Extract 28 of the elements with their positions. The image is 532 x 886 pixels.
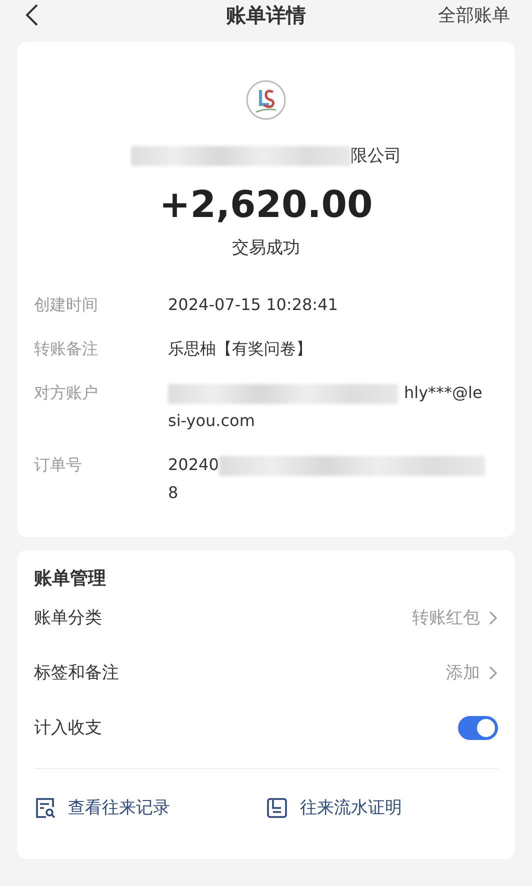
detail-label: 对方账户 (34, 382, 99, 404)
action-link[interactable]: 往来流水证明 (300, 796, 402, 819)
payee-name: 限公司 (350, 145, 402, 167)
setting-label: 账单分类 (34, 607, 102, 629)
setting-label: 计入收支 (34, 717, 102, 739)
back-button[interactable] (24, 3, 40, 27)
document-icon (266, 796, 288, 818)
chevron-right-icon (488, 664, 498, 680)
toggle-switch[interactable] (458, 716, 498, 740)
detail-value: hly***@le (404, 383, 482, 402)
page-title: 账单详情 (225, 2, 307, 28)
detail-value: 乐思柚【有奖问卷】 (168, 339, 312, 358)
chevron-right-icon (488, 610, 498, 626)
detail-label: 转账备注 (34, 338, 99, 360)
section-title: 账单管理 (34, 567, 107, 590)
merchant-logo (246, 80, 286, 120)
detail-label: 创建时间 (34, 294, 99, 316)
detail-value: 2024-07-15 10:28:41 (168, 295, 338, 314)
detail-value: 8 (168, 482, 180, 504)
all-bills-link[interactable]: 全部账单 (438, 3, 510, 27)
setting-label: 标签和备注 (34, 662, 119, 684)
document-search-icon (34, 796, 56, 818)
detail-value: 20240 (168, 455, 219, 474)
detail-value: si-you.com (168, 410, 256, 432)
detail-label: 订单号 (34, 454, 83, 476)
status-text: 交易成功 (232, 237, 300, 259)
amount: +2,620.00 (159, 183, 373, 226)
action-link[interactable]: 查看往来记录 (68, 796, 170, 819)
